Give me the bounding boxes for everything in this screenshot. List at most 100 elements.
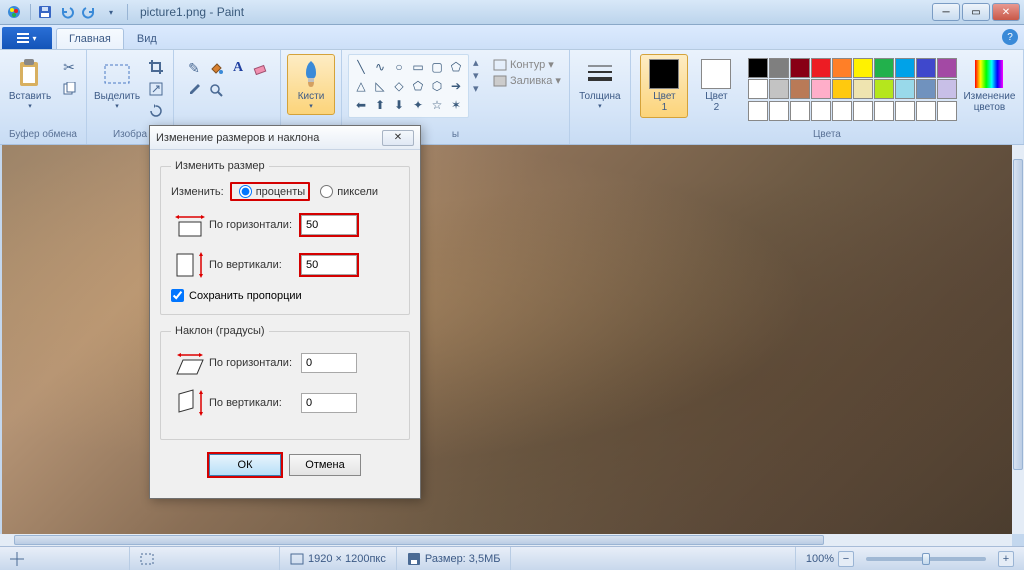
shape-star6[interactable]: ✶ xyxy=(447,96,465,114)
minimize-button[interactable]: ─ xyxy=(932,3,960,21)
color-swatch[interactable] xyxy=(811,58,831,78)
edit-colors-button[interactable]: Изменение цветов xyxy=(965,54,1013,118)
color-swatch[interactable] xyxy=(748,58,768,78)
close-button[interactable]: ✕ xyxy=(992,3,1020,21)
color-swatch-empty[interactable] xyxy=(853,101,873,121)
copy-icon[interactable] xyxy=(60,80,78,98)
size-button[interactable]: Толщина ▾ xyxy=(576,54,624,115)
shape-triangle[interactable]: △ xyxy=(352,77,370,95)
color-swatch-empty[interactable] xyxy=(811,101,831,121)
rotate-icon[interactable] xyxy=(147,102,165,120)
keep-aspect-label[interactable]: Сохранить пропорции xyxy=(189,290,302,302)
color-swatch[interactable] xyxy=(937,79,957,99)
file-menu-button[interactable]: ▾ xyxy=(2,27,52,49)
eraser-icon[interactable] xyxy=(250,58,270,78)
color-swatch-empty[interactable] xyxy=(832,101,852,121)
shape-arrowu[interactable]: ⬆ xyxy=(371,96,389,114)
color-swatch-empty[interactable] xyxy=(874,101,894,121)
shape-star4[interactable]: ✦ xyxy=(409,96,427,114)
shape-oval[interactable]: ○ xyxy=(390,58,408,76)
color-swatch[interactable] xyxy=(916,79,936,99)
color-swatch[interactable] xyxy=(832,79,852,99)
shape-roundrect[interactable]: ▢ xyxy=(428,58,446,76)
shapes-gallery[interactable]: ╲ ∿ ○ ▭ ▢ ⬠ △ ◺ ◇ ⬠ ⬡ ➔ ⬅ ⬆ ⬇ ✦ ☆ ✶ xyxy=(348,54,469,118)
dialog-close-button[interactable]: ✕ xyxy=(382,130,414,146)
pixels-label[interactable]: пиксели xyxy=(337,186,378,198)
color-swatch[interactable] xyxy=(937,58,957,78)
color-swatch-empty[interactable] xyxy=(790,101,810,121)
shape-line[interactable]: ╲ xyxy=(352,58,370,76)
color-swatch[interactable] xyxy=(811,79,831,99)
color-swatch[interactable] xyxy=(832,58,852,78)
shape-rtriangle[interactable]: ◺ xyxy=(371,77,389,95)
color-swatch[interactable] xyxy=(874,79,894,99)
redo-icon[interactable] xyxy=(79,2,99,22)
scrollbar-horizontal[interactable] xyxy=(0,534,1012,546)
outline-button[interactable]: Контур ▾ xyxy=(493,58,561,71)
shape-hexagon[interactable]: ⬡ xyxy=(428,77,446,95)
shape-pentagon[interactable]: ⬠ xyxy=(409,77,427,95)
crop-icon[interactable] xyxy=(147,58,165,76)
color-swatch[interactable] xyxy=(769,58,789,78)
color-swatch[interactable] xyxy=(895,58,915,78)
fill-button[interactable]: Заливка ▾ xyxy=(493,74,561,87)
save-icon[interactable] xyxy=(35,2,55,22)
maximize-button[interactable]: ▭ xyxy=(962,3,990,21)
qat-dropdown-icon[interactable]: ▾ xyxy=(101,2,121,22)
shape-curve[interactable]: ∿ xyxy=(371,58,389,76)
cancel-button[interactable]: Отмена xyxy=(289,454,361,476)
shape-polygon[interactable]: ⬠ xyxy=(447,58,465,76)
zoom-in-button[interactable]: + xyxy=(998,551,1014,567)
scroll-thumb[interactable] xyxy=(14,535,824,545)
color1-button[interactable]: Цвет 1 xyxy=(640,54,688,118)
color-swatch[interactable] xyxy=(769,79,789,99)
color-swatch-empty[interactable] xyxy=(937,101,957,121)
skew-vertical-input[interactable] xyxy=(301,393,357,413)
color-swatch[interactable] xyxy=(790,58,810,78)
color-swatch-empty[interactable] xyxy=(748,101,768,121)
resize-icon[interactable] xyxy=(147,80,165,98)
scrollbar-vertical[interactable] xyxy=(1012,145,1024,534)
shape-star5[interactable]: ☆ xyxy=(428,96,446,114)
select-button[interactable]: Выделить ▾ xyxy=(93,54,141,115)
paste-button[interactable]: Вставить ▾ xyxy=(6,54,54,115)
shape-diamond[interactable]: ◇ xyxy=(390,77,408,95)
shape-arrowl[interactable]: ⬅ xyxy=(352,96,370,114)
color-swatch[interactable] xyxy=(916,58,936,78)
skew-horizontal-input[interactable] xyxy=(301,353,357,373)
eyedropper-icon[interactable] xyxy=(184,80,204,100)
vertical-input[interactable] xyxy=(301,255,357,275)
radio-pixels[interactable] xyxy=(320,185,333,198)
color-swatch[interactable] xyxy=(790,79,810,99)
dialog-title-bar[interactable]: Изменение размеров и наклона ✕ xyxy=(150,126,420,150)
tab-home[interactable]: Главная xyxy=(56,28,124,49)
scroll-thumb[interactable] xyxy=(1013,159,1023,470)
color2-button[interactable]: Цвет 2 xyxy=(692,54,740,118)
shape-rect[interactable]: ▭ xyxy=(409,58,427,76)
magnifier-icon[interactable] xyxy=(206,80,226,100)
tab-view[interactable]: Вид xyxy=(124,28,170,49)
shapes-scroll[interactable]: ▴▾▾ xyxy=(473,54,487,97)
color-swatch[interactable] xyxy=(874,58,894,78)
shape-arrowd[interactable]: ⬇ xyxy=(390,96,408,114)
color-swatch[interactable] xyxy=(853,58,873,78)
color-swatch[interactable] xyxy=(748,79,768,99)
undo-icon[interactable] xyxy=(57,2,77,22)
ok-button[interactable]: ОК xyxy=(209,454,281,476)
color-swatch-empty[interactable] xyxy=(895,101,915,121)
brushes-button[interactable]: Кисти ▾ xyxy=(287,54,335,115)
percent-label[interactable]: проценты xyxy=(256,186,306,198)
color-swatch-empty[interactable] xyxy=(769,101,789,121)
color-swatch[interactable] xyxy=(853,79,873,99)
radio-percent[interactable] xyxy=(239,185,252,198)
fill-icon[interactable] xyxy=(206,58,226,78)
horizontal-input[interactable] xyxy=(301,215,357,235)
zoom-thumb[interactable] xyxy=(922,553,930,565)
keep-aspect-checkbox[interactable] xyxy=(171,289,184,302)
cut-icon[interactable]: ✂ xyxy=(60,58,78,76)
zoom-out-button[interactable]: − xyxy=(838,551,854,567)
text-icon[interactable]: A xyxy=(228,58,248,78)
pencil-icon[interactable]: ✎ xyxy=(184,58,204,78)
color-swatch[interactable] xyxy=(895,79,915,99)
help-icon[interactable]: ? xyxy=(1002,29,1018,45)
